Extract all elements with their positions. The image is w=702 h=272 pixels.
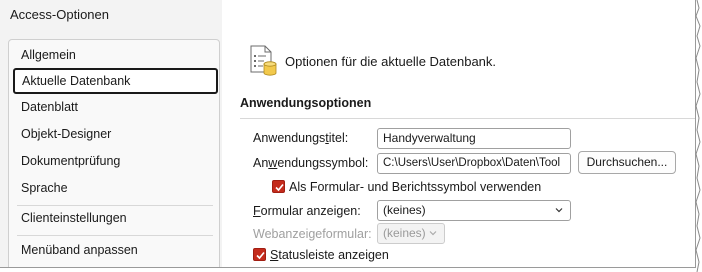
access-options-window: Access-Optionen Allgemein Aktuelle Daten… xyxy=(0,0,696,268)
chevron-down-icon xyxy=(429,231,437,236)
statusbar-checkbox[interactable] xyxy=(253,248,266,261)
nav-item-clienteinstellungen[interactable]: Clienteinstellungen xyxy=(13,205,218,231)
web-display-form-label: Webanzeigeformular: xyxy=(253,227,372,241)
nav-item-datenblatt[interactable]: Datenblatt xyxy=(13,94,218,120)
app-icon-path-input[interactable]: C:\Users\User\Dropbox\Daten\Tool xyxy=(377,153,571,174)
section-title: Anwendungsoptionen xyxy=(240,96,372,110)
nav-item-allgemein[interactable]: Allgemein xyxy=(13,42,218,68)
app-title-input[interactable]: Handyverwaltung xyxy=(377,128,571,149)
display-form-label: Formular anzeigen: xyxy=(253,204,361,218)
options-content-pane: Optionen für die aktuelle Datenbank. Anw… xyxy=(222,0,695,267)
nav-item-sprache[interactable]: Sprache xyxy=(13,175,218,201)
torn-edge xyxy=(695,0,701,272)
nav-item-dokumentpruefung[interactable]: Dokumentprüfung xyxy=(13,148,218,174)
section-divider xyxy=(240,118,695,119)
chevron-down-icon xyxy=(555,208,563,213)
database-options-icon xyxy=(250,45,278,82)
web-display-form-select: (keines) xyxy=(377,223,445,244)
app-icon-label: Anwendungssymbol: xyxy=(253,156,369,170)
browse-button[interactable]: Durchsuchen... xyxy=(578,151,676,174)
checkmark-icon xyxy=(256,251,265,260)
display-form-value: (keines) xyxy=(383,203,426,217)
statusbar-checkbox-label: Statusleiste anzeigen xyxy=(270,248,389,262)
window-title: Access-Optionen xyxy=(10,7,109,22)
app-title-label: Anwendungstitel: xyxy=(253,131,349,145)
use-icon-checkbox-label: Als Formular- und Berichtssymbol verwend… xyxy=(289,180,542,194)
use-icon-checkbox[interactable] xyxy=(272,180,285,193)
page-header: Optionen für die aktuelle Datenbank. xyxy=(285,54,497,69)
nav-item-menueband-anpassen[interactable]: Menüband anpassen xyxy=(13,237,218,263)
web-display-form-value: (keines) xyxy=(383,226,426,240)
nav-item-aktuelle-datenbank[interactable]: Aktuelle Datenbank xyxy=(13,68,218,94)
nav-divider xyxy=(17,235,213,236)
checkmark-icon xyxy=(275,183,284,192)
display-form-select[interactable]: (keines) xyxy=(377,200,571,221)
nav-item-objekt-designer[interactable]: Objekt-Designer xyxy=(13,121,218,147)
category-nav: Allgemein Aktuelle Datenbank Datenblatt … xyxy=(8,39,220,267)
